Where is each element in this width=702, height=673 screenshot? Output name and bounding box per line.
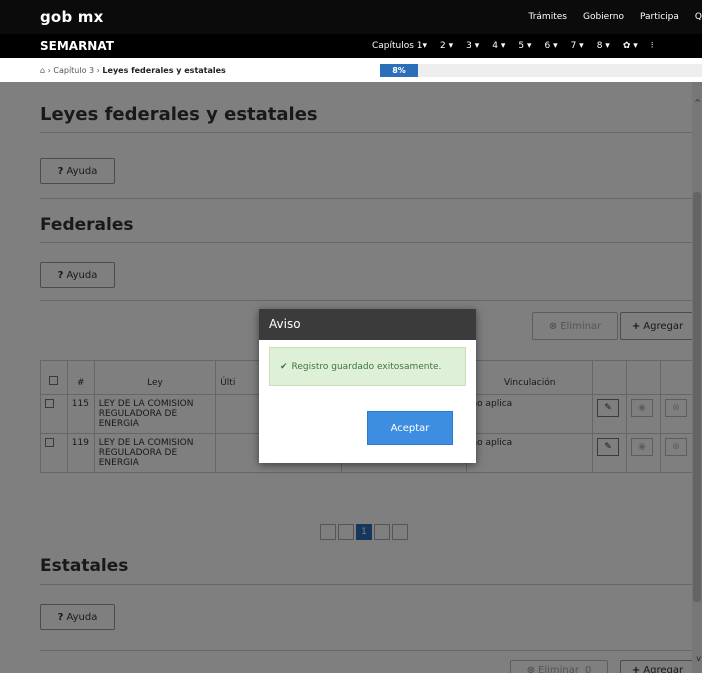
menu-6[interactable]: 6 ▾	[544, 41, 557, 51]
semarnat-bar: SEMARNAT Capítulos 1▾ 2 ▾ 3 ▾ 4 ▾ 5 ▾ 6 …	[0, 34, 702, 58]
menu-7[interactable]: 7 ▾	[571, 41, 584, 51]
gob-links: Trámites Gobierno Participa Q	[513, 12, 702, 22]
link-participa[interactable]: Participa	[640, 12, 679, 22]
breadcrumb-trail: ⌂ › Capítulo 3 › Leyes federales y estat…	[40, 66, 226, 75]
link-tramites[interactable]: Trámites	[529, 12, 567, 22]
home-icon[interactable]: ⌂	[40, 66, 45, 75]
menu-capitulos[interactable]: Capítulos 1▾	[372, 41, 427, 51]
grid-icon[interactable]: ⁝	[651, 41, 654, 51]
accept-button[interactable]: Aceptar	[367, 411, 453, 445]
breadcrumb-current: Leyes federales y estatales	[102, 66, 226, 75]
search-icon[interactable]: Q	[695, 12, 702, 22]
breadcrumb-chapter[interactable]: Capítulo 3	[53, 66, 94, 75]
menu-8[interactable]: 8 ▾	[597, 41, 610, 51]
success-alert: ✔ Registro guardado exitosamente.	[269, 347, 466, 386]
progress-fill: 8%	[380, 64, 418, 77]
chevron-right-icon: ›	[47, 66, 51, 75]
menu-3[interactable]: 3 ▾	[466, 41, 479, 51]
semarnat-title[interactable]: SEMARNAT	[40, 39, 114, 53]
chapters-menu: Capítulos 1▾ 2 ▾ 3 ▾ 4 ▾ 5 ▾ 6 ▾ 7 ▾ 8 ▾…	[372, 41, 667, 51]
gob-header: gob mx Trámites Gobierno Participa Q	[0, 0, 702, 34]
check-icon: ✔	[280, 361, 288, 372]
menu-5[interactable]: 5 ▾	[518, 41, 531, 51]
dialog-title: Aviso	[259, 309, 476, 340]
menu-4[interactable]: 4 ▾	[492, 41, 505, 51]
link-gobierno[interactable]: Gobierno	[583, 12, 624, 22]
menu-2[interactable]: 2 ▾	[440, 41, 453, 51]
progress-bar: 8%	[380, 64, 702, 77]
aviso-dialog: Aviso ✔ Registro guardado exitosamente. …	[259, 309, 476, 463]
gob-logo[interactable]: gob mx	[40, 8, 104, 26]
settings-icon[interactable]: ✿ ▾	[623, 41, 638, 51]
success-message: Registro guardado exitosamente.	[291, 361, 442, 372]
